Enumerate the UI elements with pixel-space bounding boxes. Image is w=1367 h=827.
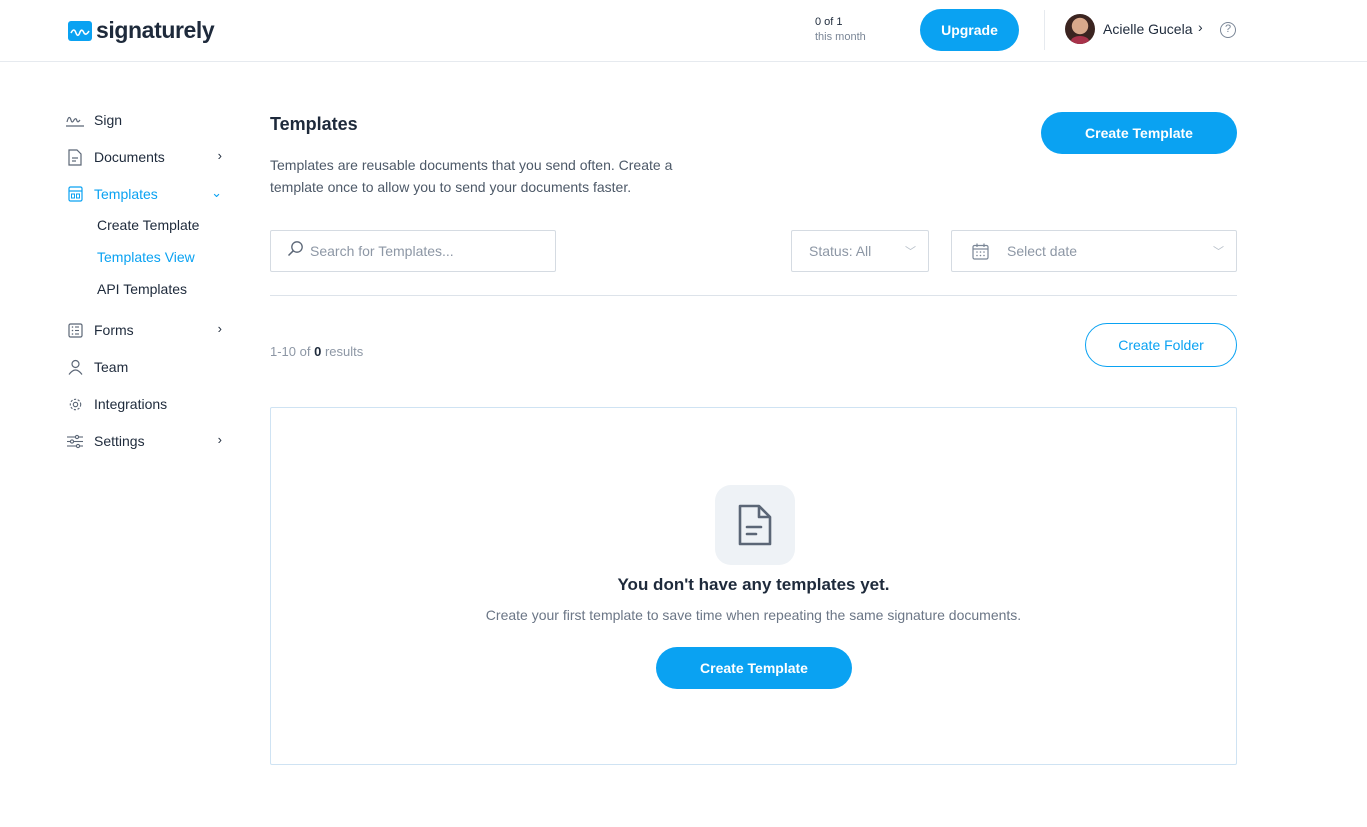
sidebar-subitem-api-templates[interactable]: API Templates [97,281,187,297]
sidebar-item-documents[interactable]: Documents › [66,145,231,169]
search-field[interactable] [270,230,556,272]
sidebar-item-label: Team [94,359,129,375]
sidebar-item-label: Forms [94,322,134,338]
empty-state-title: You don't have any templates yet. [617,575,890,594]
results-count: 1-10 of 0 results [270,344,363,359]
results-suffix: results [324,344,364,359]
results-number: 0 [314,344,322,359]
date-picker-select[interactable]: Select date ﹀ [951,230,1237,272]
empty-state-description: Create your first template to save time … [485,607,1022,623]
results-prefix: 1-10 of [270,344,311,359]
chevron-right-icon: › [217,148,222,163]
usage-counter: 0 of 1 this month [815,15,866,45]
calendar-icon [972,243,989,263]
sidebar-item-label: Settings [94,433,145,449]
sidebar-subitem-create-template[interactable]: Create Template [97,217,199,233]
empty-state-card: You don't have any templates yet. Create… [270,407,1237,765]
chevron-right-icon: › [217,321,222,336]
sidebar-item-settings[interactable]: Settings › [66,429,231,453]
status-filter-select[interactable]: Status: All ﹀ [791,230,929,272]
sidebar-item-label: Templates [94,186,158,202]
signaturely-logo-icon [68,20,92,41]
top-header: signaturely 0 of 1 this month Upgrade Ac… [0,0,1367,62]
sidebar-item-team[interactable]: Team [66,355,231,379]
status-filter-value: Status: All [809,243,872,259]
user-icon [66,358,84,376]
upgrade-button[interactable]: Upgrade [920,9,1019,51]
divider [270,295,1237,296]
forms-icon [66,321,84,339]
create-template-button[interactable]: Create Template [1041,112,1237,154]
sliders-icon [66,432,84,450]
document-icon [715,485,795,565]
document-icon [66,148,84,166]
sidebar-item-integrations[interactable]: Integrations [66,392,231,416]
chevron-down-icon: ﹀ [1213,246,1224,258]
page-description: Templates are reusable documents that yo… [270,157,673,195]
sidebar-item-forms[interactable]: Forms › [66,318,231,342]
create-template-button[interactable]: Create Template [656,647,852,689]
user-name[interactable]: Acielle Gucela [1103,21,1193,37]
sidebar-subitem-templates-view[interactable]: Templates View [97,249,195,265]
avatar[interactable] [1065,14,1095,44]
chevron-right-icon[interactable]: › [1198,19,1203,35]
templates-icon [66,185,84,203]
sidebar-item-label: Sign [94,112,123,128]
gear-icon [66,395,84,413]
sidebar-item-templates[interactable]: Templates ⌄ [66,182,231,206]
create-folder-button[interactable]: Create Folder [1085,323,1237,367]
sidebar-item-sign[interactable]: Sign [66,108,231,132]
search-icon [287,240,304,262]
header-divider [1044,10,1045,50]
brand-name: signaturely [96,17,215,43]
search-input[interactable] [310,243,550,259]
chevron-down-icon: ⌄ [211,185,222,200]
usage-count: 0 of 1 [815,16,843,28]
date-placeholder: Select date [1007,243,1078,259]
usage-period: this month [815,31,866,43]
chevron-down-icon: ﹀ [905,246,916,258]
sidebar-item-label: Integrations [94,396,168,412]
chevron-right-icon: › [217,432,222,447]
help-icon[interactable]: ? [1220,22,1236,38]
logo[interactable]: signaturely [68,17,215,44]
page-title: Templates [270,114,358,134]
signature-icon [66,111,84,129]
sidebar-item-label: Documents [94,149,165,165]
